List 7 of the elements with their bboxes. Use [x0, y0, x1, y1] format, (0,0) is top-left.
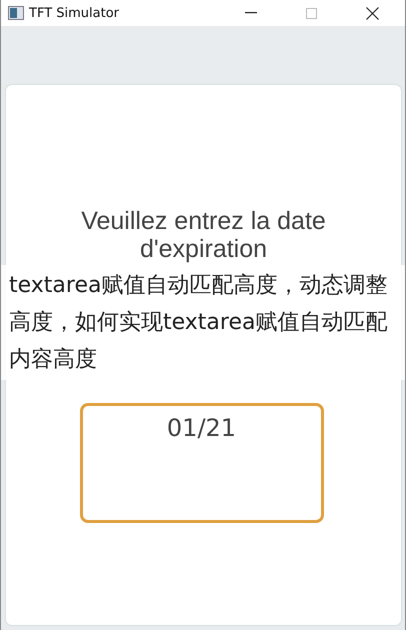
caption-text: textarea赋值自动匹配高度，动态调整高度，如何实现textarea赋值自动匹配内容高度 — [1, 265, 405, 380]
dialog-heading: Veuillez entrez la date d'expiration — [80, 207, 327, 263]
date-field[interactable]: 01/21 — [80, 403, 324, 523]
window-title: TFT Simulator — [29, 6, 120, 20]
app-icon — [8, 6, 24, 20]
close-icon[interactable] — [366, 6, 379, 20]
minimize-icon[interactable] — [245, 12, 257, 14]
